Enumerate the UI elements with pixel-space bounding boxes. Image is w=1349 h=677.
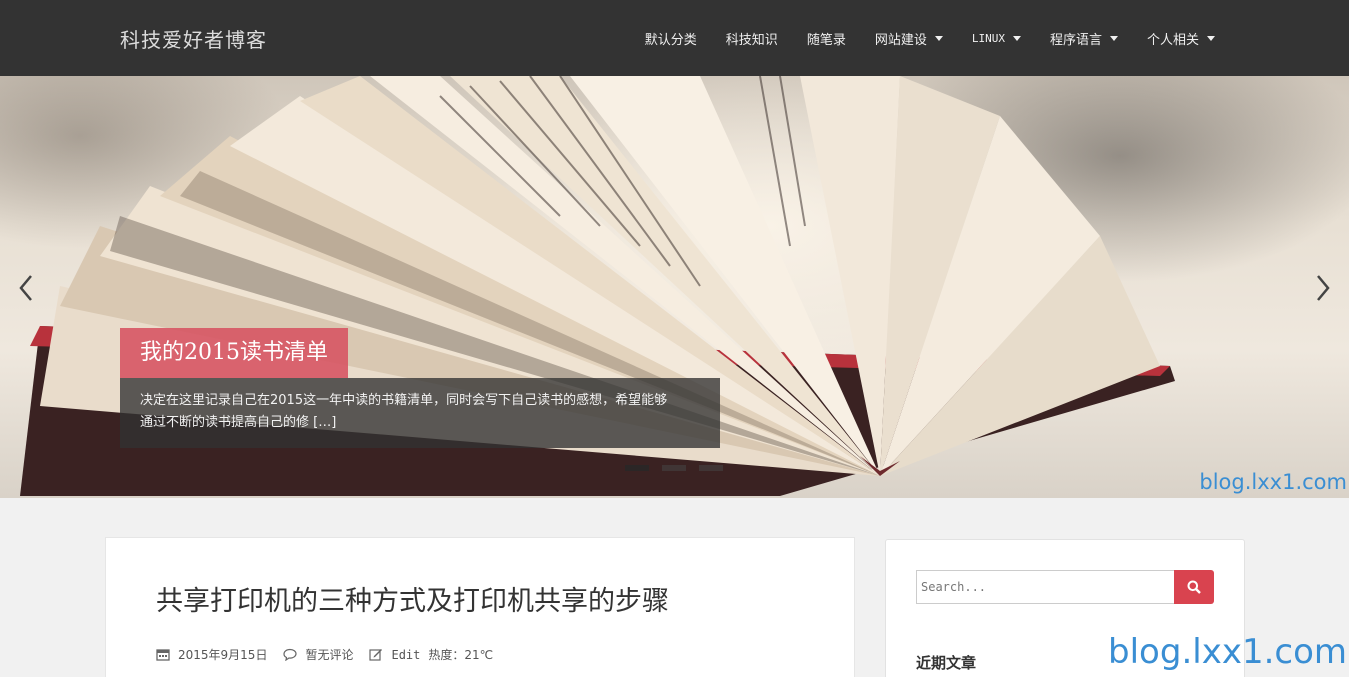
- recent-posts-title: 近期文章: [916, 654, 977, 672]
- slider-next-button[interactable]: [1311, 272, 1335, 304]
- main-nav: 默认分类 科技知识 随笔录 网站建设 LINUX 程序语言 个人相关: [616, 0, 1215, 76]
- post-comments-text: 暂无评论: [305, 648, 354, 662]
- chevron-right-icon: [1317, 275, 1330, 301]
- comment-icon: [283, 648, 298, 661]
- watermark: blog.lxx1.com: [1199, 470, 1347, 494]
- calendar-icon: [156, 649, 170, 661]
- nav-item-default-category[interactable]: 默认分类: [645, 29, 697, 48]
- hero-slider: 我的2015读书清单 决定在这里记录自己在2015这一年中读的书籍清单，同时会写…: [0, 76, 1349, 498]
- post-card: 共享打印机的三种方式及打印机共享的步骤 2015年9月15日 暂无评论 Edit…: [105, 537, 855, 677]
- post-title[interactable]: 共享打印机的三种方式及打印机共享的步骤: [156, 579, 669, 618]
- site-brand[interactable]: 科技爱好者博客: [120, 24, 267, 53]
- slider-indicator[interactable]: [625, 465, 649, 471]
- slide-title[interactable]: 我的2015读书清单: [120, 328, 348, 378]
- nav-item-essays[interactable]: 随笔录: [807, 29, 846, 48]
- post-heat: 热度：21℃: [428, 648, 494, 662]
- nav-item-label: 网站建设: [874, 32, 927, 48]
- post-date-text: 2015年9月15日: [178, 648, 268, 662]
- search-icon: [1187, 580, 1201, 594]
- post-date: 2015年9月15日: [156, 646, 267, 663]
- nav-item-programming[interactable]: 程序语言: [1050, 29, 1118, 48]
- post-meta: 2015年9月15日 暂无评论 Edit 热度：21℃: [156, 646, 509, 663]
- post-comments[interactable]: 暂无评论: [283, 646, 353, 663]
- slider-prev-button[interactable]: [14, 272, 38, 304]
- slider-indicator[interactable]: [699, 465, 723, 471]
- slider-indicators: [625, 465, 736, 471]
- caret-down-icon: [1012, 35, 1021, 41]
- nav-item-tech-knowledge[interactable]: 科技知识: [726, 29, 778, 48]
- nav-item-label: 随笔录: [806, 32, 846, 48]
- nav-item-label: 默认分类: [644, 32, 697, 48]
- slide-excerpt-line: 通过不断的读书提高自己的修 […]: [140, 415, 337, 430]
- edit-icon: [369, 649, 383, 661]
- nav-item-label: 程序语言: [1049, 32, 1102, 48]
- nav-item-label: LINUX: [971, 31, 1005, 45]
- nav-item-label: 科技知识: [725, 32, 778, 48]
- nav-item-personal[interactable]: 个人相关: [1147, 29, 1215, 48]
- nav-item-linux[interactable]: LINUX: [972, 32, 1021, 45]
- slider-indicator[interactable]: [662, 465, 686, 471]
- slide-excerpt-line: 决定在这里记录自己在2015这一年中读的书籍清单，同时会写下自己读书的感想，希望…: [140, 393, 668, 408]
- search-button[interactable]: [1174, 570, 1214, 604]
- search-input[interactable]: [916, 570, 1176, 604]
- caret-down-icon: [934, 35, 943, 41]
- watermark: blog.lxx1.com: [1108, 632, 1347, 672]
- chevron-left-icon: [19, 275, 32, 301]
- post-edit-text: Edit: [391, 647, 421, 662]
- slide-excerpt: 决定在这里记录自己在2015这一年中读的书籍清单，同时会写下自己读书的感想，希望…: [120, 378, 720, 448]
- nav-item-website-building[interactable]: 网站建设: [875, 29, 943, 48]
- caret-down-icon: [1109, 35, 1118, 41]
- caret-down-icon: [1207, 35, 1215, 41]
- nav-item-label: 个人相关: [1146, 32, 1199, 48]
- post-edit[interactable]: Edit 热度：21℃: [369, 646, 493, 663]
- top-navbar: 科技爱好者博客 默认分类 科技知识 随笔录 网站建设 LINUX 程序语言 个人…: [0, 0, 1349, 76]
